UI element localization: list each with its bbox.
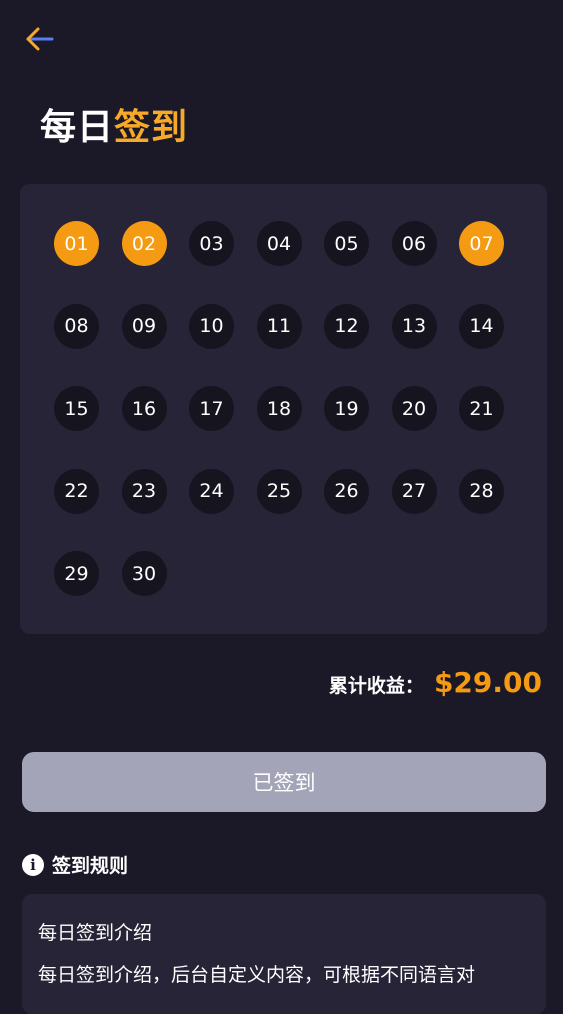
calendar-day[interactable]: 18 <box>256 386 302 431</box>
page-title: 每日签到 <box>40 98 188 150</box>
calendar-day[interactable]: 26 <box>324 468 369 514</box>
calendar-day[interactable]: 08 <box>54 303 99 349</box>
rules-header: i 签到规则 <box>22 851 128 878</box>
calendar-day[interactable]: 19 <box>324 386 369 431</box>
signed-in-button[interactable]: 已签到 <box>22 752 546 812</box>
calendar-day[interactable]: 14 <box>459 303 504 349</box>
calendar-day[interactable]: 03 <box>189 221 234 266</box>
earnings-value: $29.00 <box>433 666 542 699</box>
rules-title: 签到规则 <box>52 855 129 877</box>
cumulative-earnings: 累计收益： $29.00 <box>329 666 542 699</box>
calendar-day[interactable]: 25 <box>256 468 302 514</box>
calendar-day[interactable]: 11 <box>256 303 302 349</box>
calendar-day[interactable]: 27 <box>391 468 437 514</box>
calendar-day[interactable]: 29 <box>54 551 99 596</box>
calendar-day[interactable]: 15 <box>54 386 99 431</box>
calendar-day[interactable]: 07 <box>459 221 504 266</box>
calendar-day[interactable]: 17 <box>189 386 234 431</box>
calendar-day[interactable]: 20 <box>391 386 437 431</box>
calendar-day[interactable]: 01 <box>54 221 99 266</box>
calendar-day[interactable]: 06 <box>391 221 437 266</box>
calendar-day[interactable]: 24 <box>189 468 234 514</box>
rules-intro-text: 每日签到介绍，后台自定义内容，可根据不同语言对 <box>38 964 476 986</box>
calendar-day[interactable]: 28 <box>459 468 504 514</box>
calendar-day[interactable]: 13 <box>391 303 437 349</box>
calendar-grid: 01 02 03 04 05 06 07 08 09 10 11 12 13 14 15 16 17 18 19 20… <box>20 184 547 634</box>
earnings-label: 累计收益： <box>328 675 424 697</box>
arrow-left-icon <box>26 27 54 51</box>
calendar-day[interactable]: 09 <box>121 303 167 349</box>
calendar-day[interactable]: 02 <box>121 221 167 266</box>
rules-content: 每日签到介绍 每日签到介绍，后台自定义内容，可根据不同语言对 <box>22 894 546 1014</box>
page-title-accent: 签到 <box>114 107 189 148</box>
back-button[interactable] <box>24 24 58 54</box>
page-title-main: 每日 <box>40 107 115 148</box>
calendar-day[interactable]: 21 <box>459 386 504 431</box>
calendar-day[interactable]: 22 <box>54 468 99 514</box>
calendar-day[interactable]: 12 <box>324 303 369 349</box>
info-icon: i <box>22 853 44 876</box>
calendar-day[interactable]: 23 <box>121 468 167 514</box>
calendar-day[interactable]: 10 <box>189 303 234 349</box>
calendar-day[interactable]: 05 <box>324 221 369 266</box>
calendar-day[interactable]: 04 <box>256 221 302 266</box>
calendar-day[interactable]: 16 <box>121 386 167 431</box>
rules-intro-title: 每日签到介绍 <box>38 922 153 944</box>
calendar-day[interactable]: 30 <box>121 551 167 596</box>
